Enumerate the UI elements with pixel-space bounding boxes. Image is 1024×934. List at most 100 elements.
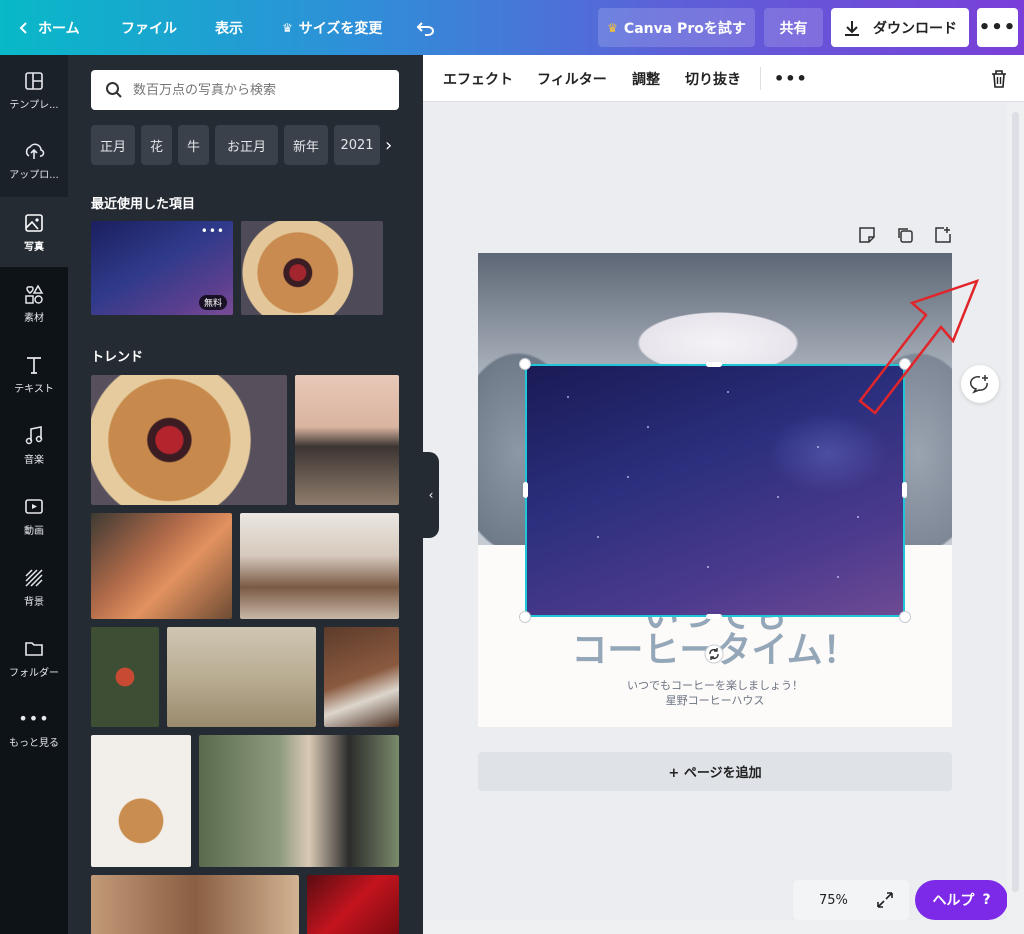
rail-label: 写真 <box>24 241 44 253</box>
home-button[interactable]: ホーム <box>18 0 80 55</box>
resize-button[interactable]: ♛ サイズを変更 <box>282 0 382 55</box>
resize-handle[interactable] <box>706 362 722 367</box>
keyword-chips: 正月 花 牛 お正月 新年 2021 <box>91 125 380 165</box>
star <box>837 576 839 578</box>
download-button[interactable]: ダウンロード <box>831 8 969 47</box>
note-icon[interactable] <box>858 226 876 244</box>
zoom-control[interactable]: 75% <box>793 880 909 920</box>
rail-more[interactable]: ••• もっと見る <box>0 694 68 764</box>
rail-label: 素材 <box>24 312 44 324</box>
resize-handle[interactable] <box>523 482 528 498</box>
photo-thumbnail[interactable] <box>91 375 287 505</box>
photo-thumbnail[interactable] <box>307 875 399 934</box>
resize-handle[interactable] <box>899 611 911 623</box>
photo-thumbnail[interactable] <box>241 221 383 315</box>
chip[interactable]: 新年 <box>284 125 328 165</box>
filter-button[interactable]: フィルター <box>537 55 607 102</box>
template-icon <box>25 71 43 90</box>
rail-label: 音楽 <box>24 454 44 466</box>
rotate-icon <box>704 644 724 664</box>
undo-icon <box>416 21 434 36</box>
more-tools-button[interactable]: ••• <box>774 55 808 102</box>
selected-image[interactable] <box>525 364 905 617</box>
photo-thumbnail[interactable] <box>240 513 399 619</box>
adjust-button[interactable]: 調整 <box>632 55 660 102</box>
vertical-scrollbar[interactable] <box>1007 102 1024 934</box>
rail-label: 背景 <box>24 596 44 608</box>
crown-icon: ♛ <box>607 20 618 35</box>
rail-label: テキスト <box>14 383 54 395</box>
home-label: ホーム <box>38 20 80 37</box>
photo-thumbnail[interactable] <box>91 875 299 934</box>
resize-handle[interactable] <box>519 358 531 370</box>
try-pro-button[interactable]: ♛ Canva Proを試す <box>598 8 755 47</box>
file-menu[interactable]: ファイル <box>121 0 177 55</box>
view-menu[interactable]: 表示 <box>215 0 243 55</box>
effects-button[interactable]: エフェクト <box>443 55 513 102</box>
more-icon: ••• <box>18 709 50 728</box>
collapse-panel-button[interactable]: ‹ <box>423 452 439 538</box>
share-button[interactable]: 共有 <box>764 8 823 47</box>
chip[interactable]: 2021 <box>334 125 380 165</box>
rail-folder[interactable]: フォルダー <box>0 623 68 693</box>
photo-thumbnail[interactable] <box>324 627 399 727</box>
annotation-arrow-icon <box>858 278 980 415</box>
zoom-level[interactable]: 75% <box>819 893 848 908</box>
rail-uploads[interactable]: アップロ... <box>0 125 68 195</box>
rail-elements[interactable]: 素材 <box>0 268 68 338</box>
horizontal-scrollbar[interactable] <box>423 920 1024 934</box>
rail-music[interactable]: 音楽 <box>0 410 68 480</box>
chevron-right-icon[interactable]: › <box>385 135 392 156</box>
resize-handle[interactable] <box>902 482 907 498</box>
chip[interactable]: 正月 <box>91 125 135 165</box>
design-subtitle-line1[interactable]: いつでもコーヒーを楽しましょう！ <box>478 678 952 693</box>
trend-title: トレンド <box>91 350 144 365</box>
resize-handle[interactable] <box>519 611 531 623</box>
rail-text[interactable]: テキスト <box>0 339 68 409</box>
rail-label: 動画 <box>24 525 44 537</box>
side-rail: テンプレ... アップロ... 写真 素材 テキスト 音楽 動画 背景 フォルダ… <box>0 55 68 934</box>
crop-button[interactable]: 切り抜き <box>685 55 741 102</box>
scrollbar-thumb[interactable] <box>1012 112 1019 892</box>
fullscreen-icon[interactable] <box>876 891 894 909</box>
rail-photos[interactable]: 写真 <box>0 197 68 267</box>
design-subtitle-line2[interactable]: 星野コーヒーハウス <box>478 693 952 708</box>
photo-thumbnail[interactable] <box>199 735 399 867</box>
photo-search[interactable] <box>91 70 399 110</box>
star <box>727 391 729 393</box>
rotate-handle[interactable] <box>704 644 724 664</box>
add-page-button[interactable]: + ページを追加 <box>478 752 952 791</box>
photo-thumbnail[interactable]: ••• 無料 <box>91 221 233 315</box>
page-actions <box>858 226 952 244</box>
divider <box>760 67 761 90</box>
search-input[interactable] <box>133 82 373 98</box>
delete-button[interactable] <box>990 55 1008 102</box>
rail-background[interactable]: 背景 <box>0 552 68 622</box>
ellipsis-icon[interactable]: ••• <box>201 224 225 238</box>
rail-video[interactable]: 動画 <box>0 481 68 551</box>
add-page-icon[interactable] <box>934 226 952 244</box>
photo-thumbnail[interactable] <box>295 375 399 505</box>
photo-thumbnail[interactable] <box>91 735 191 867</box>
undo-button[interactable] <box>416 0 436 55</box>
crown-icon: ♛ <box>282 20 293 35</box>
photo-thumbnail[interactable] <box>91 627 159 727</box>
upload-icon <box>25 143 45 159</box>
video-icon <box>25 498 43 514</box>
duplicate-icon[interactable] <box>896 226 914 244</box>
add-comment-button[interactable] <box>961 365 999 403</box>
photo-thumbnail[interactable] <box>91 513 232 619</box>
rail-templates[interactable]: テンプレ... <box>0 55 68 125</box>
recent-title: 最近使用した項目 <box>91 197 196 212</box>
chip[interactable]: 花 <box>141 125 172 165</box>
star <box>647 426 649 428</box>
resize-handle[interactable] <box>706 614 722 619</box>
rail-label: アップロ... <box>9 169 59 181</box>
more-options-button[interactable]: ••• <box>977 8 1018 47</box>
photo-thumbnail[interactable] <box>167 627 316 727</box>
help-button[interactable]: ヘルプ ? <box>915 880 1008 920</box>
star <box>627 476 629 478</box>
chip[interactable]: お正月 <box>215 125 278 165</box>
star <box>777 496 779 498</box>
chip[interactable]: 牛 <box>178 125 209 165</box>
